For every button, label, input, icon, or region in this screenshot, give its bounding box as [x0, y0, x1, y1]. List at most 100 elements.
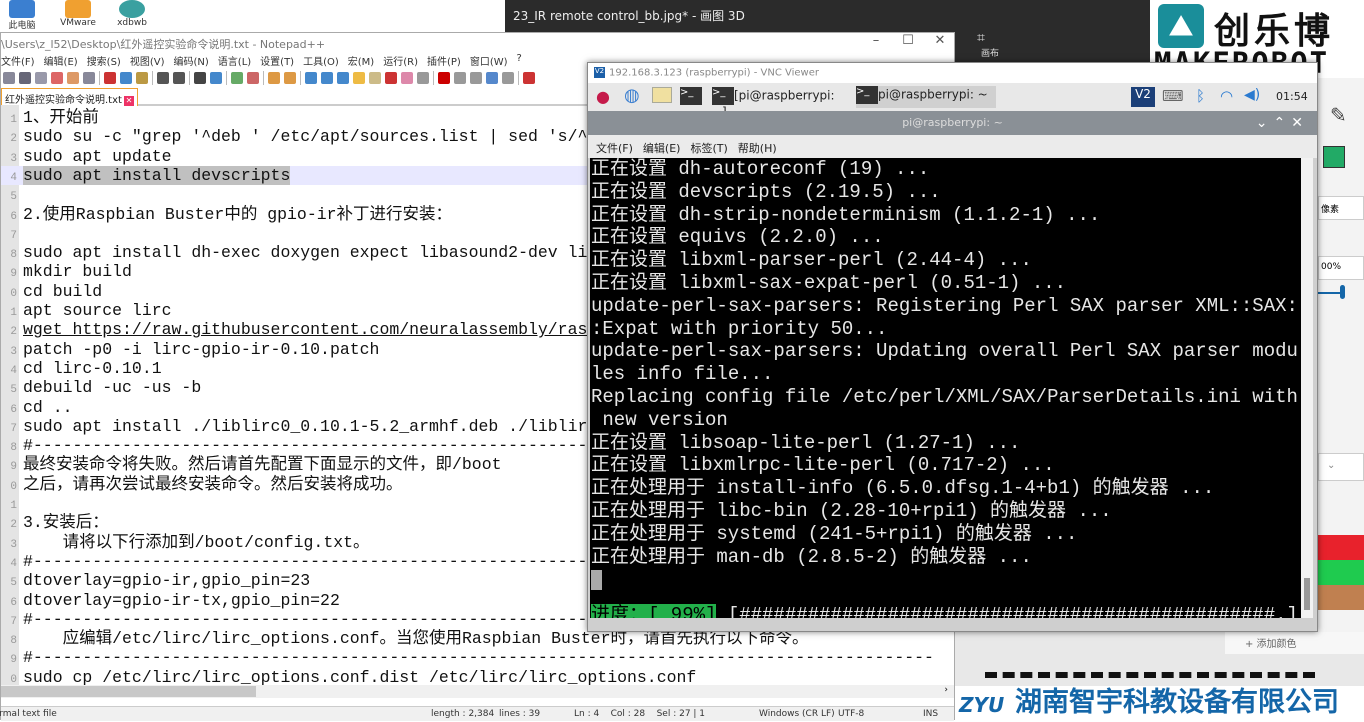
- toolbar-button-icon[interactable]: [321, 72, 333, 84]
- toolbar-button-icon[interactable]: [268, 72, 280, 84]
- terminal-menu-item[interactable]: 帮助(H): [738, 140, 777, 155]
- fill-icon[interactable]: [1323, 146, 1345, 168]
- toolbar-button-icon[interactable]: [284, 72, 296, 84]
- toolbar-button-icon[interactable]: [353, 72, 365, 84]
- menu-item[interactable]: 设置(T): [260, 53, 294, 69]
- browser-icon[interactable]: ◍: [624, 85, 640, 106]
- terminal-line: 正在设置 dh-autoreconf (19) ...: [591, 158, 930, 180]
- banner-text: 湖南智宇科教设备有限公司: [1015, 687, 1339, 718]
- terminal-output[interactable]: 正在设置 dh-autoreconf (19) ... 正在设置 devscrip…: [590, 158, 1301, 618]
- dropdown[interactable]: ⌄: [1318, 453, 1364, 481]
- close-button[interactable]: ✕: [925, 33, 955, 48]
- banner-mark: ZYU: [959, 693, 1005, 717]
- status-mode: INS: [923, 709, 939, 719]
- scroll-thumb[interactable]: [1, 686, 256, 697]
- horizontal-scrollbar[interactable]: ›: [1, 685, 954, 698]
- slider-handle[interactable]: [1340, 285, 1345, 299]
- scroll-right-icon[interactable]: ›: [944, 685, 948, 695]
- toolbar-button-icon[interactable]: [83, 72, 95, 84]
- toolbar-button-icon[interactable]: [337, 72, 349, 84]
- bluetooth-icon[interactable]: ᛒ: [1196, 87, 1205, 107]
- taskbar-task-2[interactable]: >_ pi@raspberrypi: ~: [856, 86, 996, 108]
- toolbar-button-icon[interactable]: [401, 72, 413, 84]
- toolbar-button-icon[interactable]: [231, 72, 243, 84]
- desktop-icon-app[interactable]: xdbwb: [112, 0, 152, 30]
- toolbar-button-icon[interactable]: [417, 72, 429, 84]
- toolbar-button-icon[interactable]: [51, 72, 63, 84]
- menu-item[interactable]: 工具(O): [303, 53, 339, 69]
- menu-item[interactable]: 语言(L): [218, 53, 251, 69]
- line-text: #---------------------------------------…: [23, 648, 934, 668]
- terminal-titlebar: pi@raspberrypi: ~ ⌄⌃✕: [588, 111, 1317, 135]
- wifi-icon[interactable]: ◠: [1220, 87, 1233, 107]
- toolbar-button-icon[interactable]: [19, 72, 31, 84]
- toolbar-button-icon[interactable]: [157, 72, 169, 84]
- menu-item[interactable]: 搜索(S): [87, 53, 121, 69]
- desktop-icon-vmware[interactable]: VMware: [58, 0, 98, 30]
- menu-item[interactable]: 插件(P): [427, 53, 461, 69]
- terminal-menu-item[interactable]: 文件(F): [596, 140, 633, 155]
- menu-item[interactable]: 视图(V): [130, 53, 165, 69]
- toolbar-button-icon[interactable]: [305, 72, 317, 84]
- toolbar-button-icon[interactable]: [3, 72, 15, 84]
- menu-item[interactable]: 运行(R): [383, 53, 418, 69]
- terminal-icon[interactable]: >_: [680, 87, 702, 105]
- unit-field[interactable]: 像素: [1318, 196, 1364, 220]
- paint3d-canvas-tool[interactable]: ⌗ 画布: [955, 22, 1150, 62]
- terminal-line: update-perl-sax-parsers: Updating overal…: [591, 340, 1298, 363]
- volume-icon[interactable]: ◀): [1244, 87, 1260, 107]
- menu-item[interactable]: 宏(M): [348, 53, 374, 69]
- pen-icon[interactable]: ✎: [1330, 103, 1347, 127]
- raspberry-menu-icon[interactable]: ●: [596, 87, 610, 107]
- icon-label: 此电脑: [8, 21, 36, 31]
- terminal-line: 正在设置 libxml-sax-expat-perl (0.51-1) ...: [591, 272, 1067, 294]
- scroll-thumb[interactable]: [1304, 578, 1310, 610]
- progress-line: 进度：[ 99%] [#############################…: [591, 604, 1298, 618]
- status-position: Ln : 4 Col : 28 Sel : 27 | 1: [574, 709, 706, 719]
- toolbar-button-icon[interactable]: [470, 72, 482, 84]
- logo-mark-icon: ⛰: [1158, 4, 1204, 48]
- toolbar-button-icon[interactable]: [454, 72, 466, 84]
- toolbar-button-icon[interactable]: [486, 72, 498, 84]
- swatch-green[interactable]: [1318, 560, 1364, 585]
- swatch-brown[interactable]: [1318, 585, 1364, 610]
- keyboard-icon[interactable]: ⌨: [1162, 87, 1184, 107]
- terminal-window-controls[interactable]: ⌄⌃✕: [1256, 111, 1309, 135]
- terminal-menu-item[interactable]: 标签(T): [690, 140, 727, 155]
- toolbar-button-icon[interactable]: [438, 72, 450, 84]
- tab-file[interactable]: 红外遥控实验命令说明.txt ✕: [1, 88, 138, 106]
- toolbar-button-icon[interactable]: [502, 72, 514, 84]
- status-filetype: Normal text file: [0, 709, 57, 719]
- toolbar-button-icon[interactable]: [104, 72, 116, 84]
- taskbar-task-1[interactable]: >_[pi@raspberrypi: ~]: [712, 87, 852, 119]
- terminal-line: les info file...: [591, 363, 774, 386]
- file-manager-icon[interactable]: [652, 87, 672, 103]
- toolbar-button-icon[interactable]: [523, 72, 535, 84]
- line-text: cd lirc-0.10.1: [23, 358, 162, 378]
- minimize-button[interactable]: –: [861, 33, 891, 48]
- vnc-server-icon[interactable]: V2: [1131, 87, 1155, 107]
- desktop-icon-computer[interactable]: 此电脑: [2, 0, 42, 31]
- terminal-menu-item[interactable]: 编辑(E): [643, 140, 681, 155]
- toolbar-button-icon[interactable]: [136, 72, 148, 84]
- menu-item[interactable]: 编码(N): [174, 53, 209, 69]
- swatch-red[interactable]: [1318, 535, 1364, 560]
- toolbar-button-icon[interactable]: [67, 72, 79, 84]
- toolbar-button-icon[interactable]: [385, 72, 397, 84]
- menu-item[interactable]: ?: [517, 53, 522, 69]
- toolbar-button-icon[interactable]: [35, 72, 47, 84]
- toolbar-button-icon[interactable]: [369, 72, 381, 84]
- terminal-scrollbar[interactable]: [1301, 158, 1313, 618]
- menu-item[interactable]: 编辑(E): [44, 53, 78, 69]
- toolbar-button-icon[interactable]: [210, 72, 222, 84]
- menu-item[interactable]: 窗口(W): [470, 53, 508, 69]
- toolbar-button-icon[interactable]: [173, 72, 185, 84]
- maximize-button[interactable]: ☐: [893, 33, 923, 48]
- toolbar-button-icon[interactable]: [120, 72, 132, 84]
- add-color-button[interactable]: + 添加颜色: [1225, 632, 1364, 654]
- menu-item[interactable]: 文件(F): [1, 53, 35, 69]
- terminal-line: 正在处理用于 install-info (6.5.0.dfsg.1-4+b1) …: [591, 477, 1215, 500]
- opacity-field[interactable]: 00%: [1318, 256, 1364, 280]
- toolbar-button-icon[interactable]: [194, 72, 206, 84]
- toolbar-button-icon[interactable]: [247, 72, 259, 84]
